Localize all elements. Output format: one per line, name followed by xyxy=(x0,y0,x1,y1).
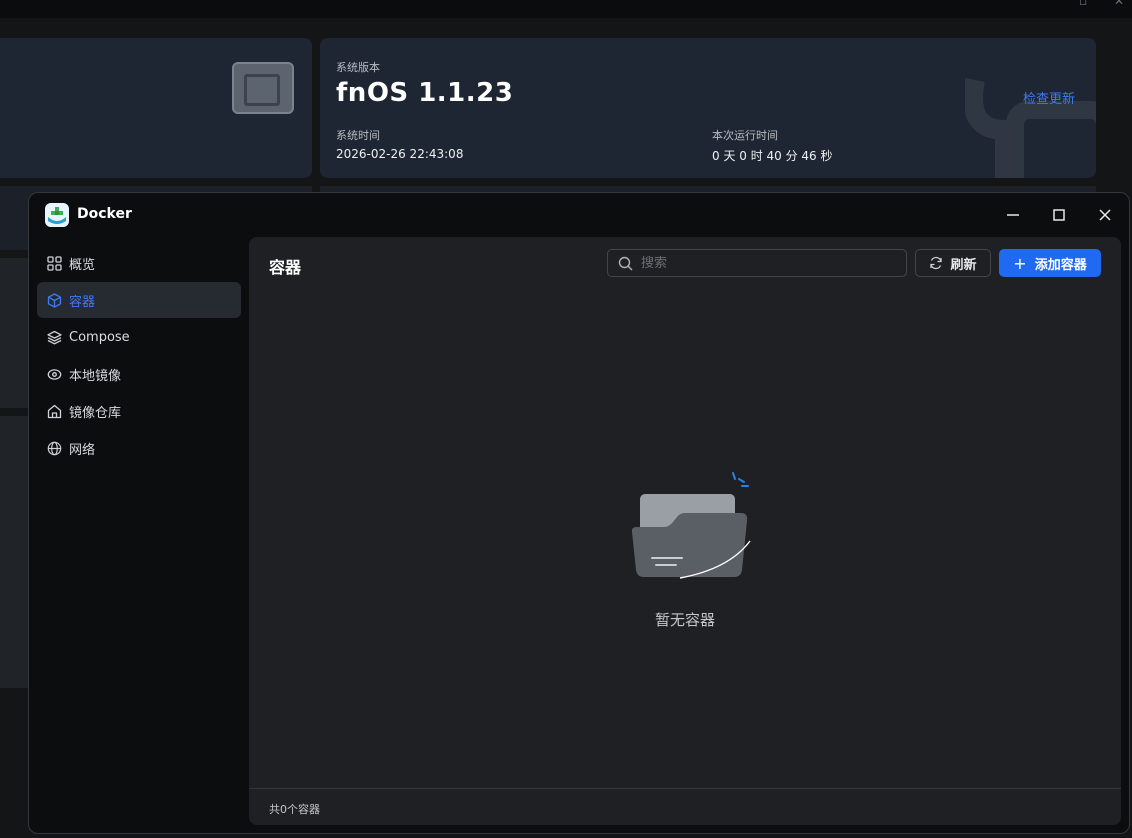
maximize-icon xyxy=(1053,209,1065,221)
sidebar-item-network[interactable]: 网络 xyxy=(37,430,241,466)
sidebar-item-compose[interactable]: Compose xyxy=(37,319,241,355)
grid-icon xyxy=(46,255,62,271)
container-count: 共0个容器 xyxy=(269,803,320,816)
add-container-button[interactable]: + 添加容器 xyxy=(999,249,1101,277)
close-button[interactable] xyxy=(1093,203,1117,227)
sidebar-item-label: 容器 xyxy=(69,294,96,310)
sidebar-item-label: 镜像仓库 xyxy=(69,405,122,421)
minimize-button[interactable] xyxy=(1001,203,1025,227)
page-title: 容器 xyxy=(269,258,302,277)
sidebar-item-registry[interactable]: 镜像仓库 xyxy=(37,393,241,429)
globe-icon xyxy=(46,440,62,456)
close-icon xyxy=(1099,209,1111,221)
eye-disc-icon xyxy=(46,366,62,382)
empty-folder-icon xyxy=(631,472,751,579)
system-version: fnOS 1.1.23 xyxy=(336,78,514,108)
sidebar-item-label: 概览 xyxy=(69,257,96,273)
sidebar-item-overview[interactable]: 概览 xyxy=(37,245,241,281)
sidebar-item-label: 本地镜像 xyxy=(69,368,122,384)
topbar-icons: ▫ ✕ xyxy=(1079,0,1124,8)
docker-window: Docker 概览 容器 Compose 本地镜像 镜像仓库 网络 容器 搜索 … xyxy=(28,192,1130,834)
search-icon xyxy=(618,256,633,270)
uptime-label: 本次运行时间 xyxy=(712,129,778,142)
system-version-label: 系统版本 xyxy=(336,61,380,74)
sidebar-item-label: Compose xyxy=(69,329,130,345)
system-time-label: 系统时间 xyxy=(336,129,380,142)
check-update-link[interactable]: 检查更新 xyxy=(1023,88,1075,107)
sidebar-item-label: 网络 xyxy=(69,442,96,458)
window-title: Docker xyxy=(77,206,132,222)
empty-state-text: 暂无容器 xyxy=(654,611,715,629)
refresh-button[interactable]: 刷新 xyxy=(915,249,991,277)
sidebar-item-local-images[interactable]: 本地镜像 xyxy=(37,356,241,392)
docker-app-icon xyxy=(45,203,69,227)
uptime-value: 0 天 0 时 40 分 46 秒 xyxy=(712,149,833,163)
fnos-watermark-icon xyxy=(965,78,1096,178)
search-input[interactable] xyxy=(641,255,891,271)
system-time: 2026-02-26 22:43:08 xyxy=(336,147,464,161)
minimize-icon xyxy=(1007,214,1019,216)
cube-icon xyxy=(46,292,62,308)
layers-icon xyxy=(46,329,62,345)
plus-icon: + xyxy=(1013,253,1027,273)
add-container-label: 添加容器 xyxy=(1034,257,1087,273)
maximize-button[interactable] xyxy=(1047,203,1071,227)
content-footer: 共0个容器 xyxy=(249,788,1121,825)
sidebar-item-containers[interactable]: 容器 xyxy=(37,282,241,318)
desktop-topbar: ▫ ✕ xyxy=(0,0,1132,18)
window-titlebar[interactable]: Docker xyxy=(29,193,1129,237)
main-content: 容器 刷新 + 添加容器 暂无容器 共0个容器 xyxy=(249,237,1121,825)
refresh-label: 刷新 xyxy=(950,257,977,273)
home-icon xyxy=(46,403,62,419)
refresh-icon xyxy=(930,256,943,270)
nas-device-icon xyxy=(232,62,294,114)
bg-panel-strip xyxy=(0,258,30,408)
bg-panel-strip-2 xyxy=(0,416,30,688)
search-box[interactable] xyxy=(607,249,907,277)
